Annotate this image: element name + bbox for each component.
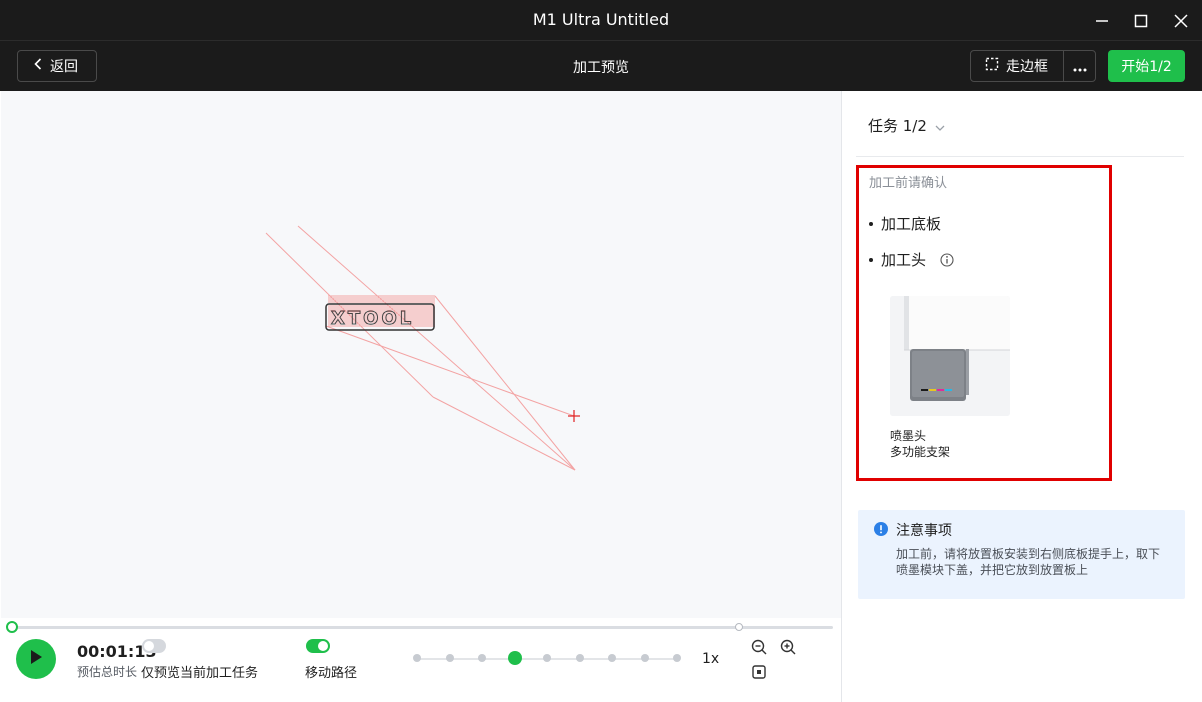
speed-step[interactable] <box>673 654 681 662</box>
task-label: 任务 1/2 <box>868 117 927 135</box>
zoom-out-icon[interactable] <box>750 638 768 656</box>
confirm-item-processing-head: 加工头 <box>869 249 954 270</box>
speed-step[interactable] <box>575 654 584 662</box>
bullet <box>869 257 873 262</box>
speed-step[interactable] <box>608 654 616 662</box>
info-icon[interactable] <box>940 252 954 267</box>
bullet <box>869 221 873 226</box>
speed-step[interactable] <box>445 654 454 662</box>
progress-handle[interactable] <box>6 621 18 633</box>
confirm-item-label: 加工头 <box>881 251 927 269</box>
more-horizontal-icon <box>1073 57 1087 76</box>
maximize-icon[interactable] <box>1128 8 1154 34</box>
sidebar: 任务 1/2 加工前请确认 加工底板 加工头 喷墨头 多功能支架 注意事项 加工… <box>842 91 1202 702</box>
fit-view-icon[interactable] <box>750 663 768 681</box>
notice-body: 加工前，请将放置板安装到右侧底板提手上，取下喷墨模块下盖，并把它放到放置板上 <box>896 547 1161 577</box>
speed-step[interactable] <box>543 654 551 662</box>
move-path-label: 移动路径 <box>305 666 358 681</box>
preview-current-task-toggle[interactable] <box>142 639 166 653</box>
task-selector[interactable]: 任务 1/2 <box>868 115 945 136</box>
frame-button[interactable]: 走边框 <box>970 50 1064 82</box>
close-icon[interactable] <box>1168 8 1194 34</box>
frame-label: 走边框 <box>1006 59 1048 75</box>
play-icon <box>29 649 43 669</box>
logo-text: XTOOL <box>331 308 414 329</box>
minimize-icon[interactable] <box>1089 8 1115 34</box>
preview-current-task-label: 仅预览当前加工任务 <box>141 666 259 681</box>
info-filled-icon <box>874 521 888 536</box>
speed-step[interactable] <box>413 654 421 662</box>
confirm-item-base-plate: 加工底板 <box>869 213 941 234</box>
progress-end-marker <box>735 623 743 631</box>
inkjet-module-card[interactable] <box>890 296 1010 416</box>
toolbar: 返回 加工预览 走边框 开始1/2 <box>0 41 1202 91</box>
notice-panel: 注意事项 加工前，请将放置板安装到右侧底板提手上，取下喷墨模块下盖，并把它放到放… <box>858 510 1185 599</box>
speed-step[interactable] <box>478 654 486 662</box>
progress-track[interactable] <box>11 626 833 629</box>
start-button[interactable]: 开始1/2 <box>1108 50 1185 82</box>
playback-bar: 00:01:13 预估总时长 仅预览当前加工任务 移动路径 1x <box>1 618 841 702</box>
speed-step-selected[interactable] <box>507 651 522 665</box>
module-subtitle: 多功能支架 <box>890 445 951 459</box>
play-button[interactable] <box>16 639 56 679</box>
preview-canvas[interactable]: XTOOL <box>1 91 841 624</box>
speed-step[interactable] <box>640 654 649 662</box>
notice-title: 注意事项 <box>896 523 952 539</box>
move-path-toggle[interactable] <box>306 639 330 653</box>
confirm-item-label: 加工底板 <box>881 215 942 233</box>
inkjet-module-image <box>890 296 1010 416</box>
preview-drawing: XTOOL <box>265 225 580 471</box>
sidebar-divider <box>856 156 1184 157</box>
speed-label: 1x <box>702 651 720 667</box>
window-title: M1 Ultra Untitled <box>532 10 670 29</box>
module-name: 喷墨头 <box>890 429 927 443</box>
zoom-in-icon[interactable] <box>779 638 797 656</box>
origin-cross-icon <box>568 410 580 422</box>
chevron-down-icon <box>935 117 945 135</box>
travel-paths <box>265 225 576 471</box>
confirm-title: 加工前请确认 <box>869 176 948 191</box>
more-button[interactable] <box>1063 50 1096 82</box>
title-bar: M1 Ultra Untitled <box>0 0 1202 41</box>
frame-icon <box>985 57 999 75</box>
time-label: 预估总时长 <box>77 665 138 679</box>
